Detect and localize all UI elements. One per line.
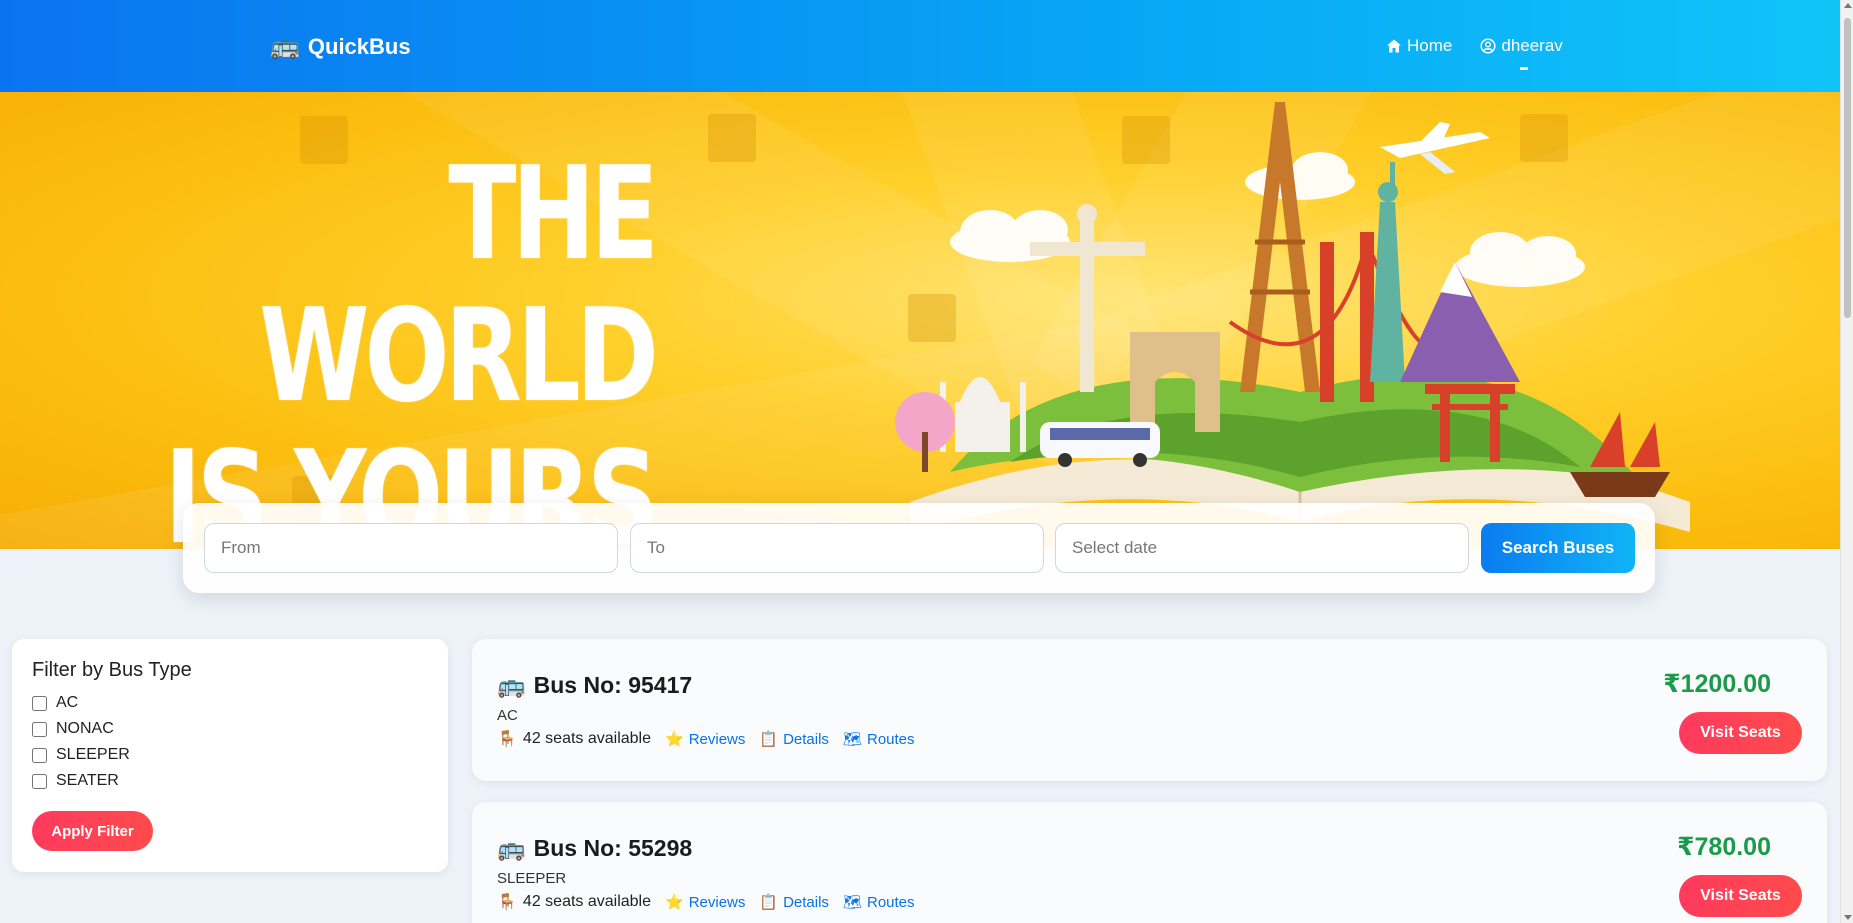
filter-option-sleeper[interactable]: SLEEPER	[32, 742, 428, 768]
filter-checkbox-seater[interactable]	[32, 773, 47, 789]
from-input[interactable]	[204, 523, 618, 573]
hero-headline: THE WORLD IS YOURS	[155, 140, 659, 550]
scroll-thumb[interactable]	[1844, 18, 1851, 318]
star-icon: ⭐	[665, 894, 684, 911]
bus-icon: 🚌	[497, 835, 526, 861]
filter-title: Filter by Bus Type	[32, 659, 192, 681]
routes-link[interactable]: 🗺 Routes	[842, 893, 915, 912]
filter-panel: Filter by Bus Type AC NONAC SLEEPER SEAT…	[12, 639, 448, 872]
seat-icon: 🪑	[497, 894, 517, 911]
routes-label: Routes	[866, 730, 915, 748]
details-label: Details	[783, 893, 829, 911]
filter-option-nonac[interactable]: NONAC	[32, 716, 428, 742]
bus-title: 🚌 Bus No: 95417	[497, 672, 692, 699]
bus-meta: 🪑 42 seats available ⭐ Reviews 📋 Details…	[497, 892, 915, 912]
reviews-link[interactable]: ⭐ Reviews	[665, 730, 746, 749]
user-dropdown-indicator	[1520, 67, 1528, 70]
reviews-label: Reviews	[688, 730, 746, 748]
filter-option-label: SLEEPER	[56, 746, 130, 763]
brand-name: QuickBus	[307, 33, 411, 59]
user-circle-icon	[1480, 38, 1496, 54]
bus-icon: 🚌	[270, 33, 300, 60]
nav-links: Home dheerav	[1386, 36, 1563, 56]
filter-option-label: AC	[56, 694, 79, 711]
visit-seats-button[interactable]: Visit Seats	[1679, 712, 1802, 754]
bus-number: Bus No: 95417	[533, 672, 693, 698]
reviews-link[interactable]: ⭐ Reviews	[665, 893, 746, 912]
nav-home-label: Home	[1407, 36, 1453, 55]
bus-type: SLEEPER	[497, 870, 567, 887]
map-icon: 🗺	[842, 731, 862, 748]
seats-info: 🪑 42 seats available	[497, 892, 651, 912]
apply-filter-button[interactable]: Apply Filter	[32, 811, 153, 851]
bus-title: 🚌 Bus No: 55298	[497, 835, 692, 862]
routes-link[interactable]: 🗺 Routes	[842, 730, 915, 749]
brand-logo[interactable]: 🚌 QuickBus	[270, 32, 411, 61]
filter-option-label: NONAC	[56, 720, 114, 737]
routes-label: Routes	[866, 893, 915, 911]
nav-user-menu[interactable]: dheerav	[1480, 36, 1563, 56]
filter-option-seater[interactable]: SEATER	[32, 768, 428, 794]
bus-number: Bus No: 55298	[533, 835, 693, 861]
details-label: Details	[783, 730, 829, 748]
world-landmarks-illustration	[895, 102, 1690, 532]
search-buses-button[interactable]: Search Buses	[1481, 523, 1635, 573]
to-input[interactable]	[630, 523, 1044, 573]
filter-checkbox-sleeper[interactable]	[32, 747, 47, 763]
navbar: 🚌 QuickBus Home dheerav	[0, 0, 1840, 92]
hero-headline-line1: THE WORLD	[259, 140, 659, 431]
search-panel: Search Buses	[183, 503, 1655, 593]
page-scrollbar[interactable]	[1840, 0, 1853, 923]
bus-type: AC	[497, 707, 518, 724]
filter-checkbox-nonac[interactable]	[32, 721, 47, 737]
seats-available: 42 seats available	[522, 730, 652, 747]
scroll-up-arrow-icon[interactable]	[1844, 3, 1852, 8]
scroll-down-arrow-icon[interactable]	[1844, 915, 1852, 920]
bus-card: 🚌 Bus No: 55298 SLEEPER 🪑 42 seats avail…	[472, 802, 1827, 923]
reviews-label: Reviews	[688, 893, 746, 911]
bus-card: 🚌 Bus No: 95417 AC 🪑 42 seats available …	[472, 639, 1827, 781]
details-link[interactable]: 📋 Details	[759, 893, 829, 912]
details-link[interactable]: 📋 Details	[759, 730, 829, 749]
nav-user-label: dheerav	[1501, 36, 1563, 55]
hero-banner: THE WORLD IS YOURS	[0, 92, 1840, 549]
filter-option-label: SEATER	[56, 772, 119, 789]
map-icon: 🗺	[842, 894, 862, 911]
home-icon	[1387, 39, 1401, 53]
filter-option-ac[interactable]: AC	[32, 690, 428, 716]
nav-home-link[interactable]: Home	[1386, 36, 1452, 56]
seats-available: 42 seats available	[522, 893, 652, 910]
visit-seats-button[interactable]: Visit Seats	[1679, 875, 1802, 917]
bus-price: ₹780.00	[1677, 833, 1771, 861]
deco-square	[708, 114, 756, 162]
date-input[interactable]	[1055, 523, 1469, 573]
filter-checkbox-ac[interactable]	[32, 695, 47, 711]
clipboard-icon: 📋	[759, 894, 779, 911]
seats-info: 🪑 42 seats available	[497, 729, 651, 749]
bus-meta: 🪑 42 seats available ⭐ Reviews 📋 Details…	[497, 729, 915, 749]
star-icon: ⭐	[665, 731, 684, 748]
clipboard-icon: 📋	[759, 731, 779, 748]
bus-icon: 🚌	[497, 672, 526, 698]
seat-icon: 🪑	[497, 731, 517, 748]
bus-price: ₹1200.00	[1663, 670, 1771, 698]
